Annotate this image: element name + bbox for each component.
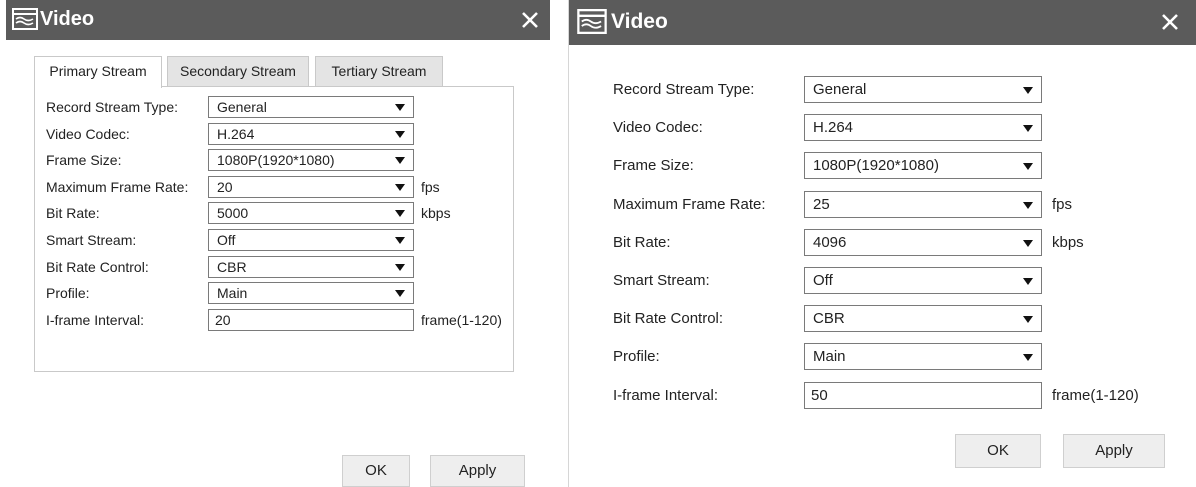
label-record-stream-type: Record Stream Type: — [46, 99, 179, 115]
label-smart-stream: Smart Stream: — [613, 272, 710, 289]
label-record-stream-type: Record Stream Type: — [613, 81, 755, 98]
profile-value: Main — [813, 348, 846, 366]
smart-stream-select[interactable]: Off — [804, 267, 1042, 294]
video-dialog-right: Video Record Stream Type: General Video Co… — [568, 0, 1196, 487]
video-codec-value: H.264 — [217, 125, 255, 142]
maximum-frame-rate-value: 20 — [217, 178, 233, 195]
label-frame-size: Frame Size: — [613, 157, 694, 175]
tab-tertiary-stream[interactable]: Tertiary Stream — [315, 56, 443, 87]
bit-rate-control-value: CBR — [217, 258, 247, 275]
video-dialog-left: Video Primary Stream Secondary Stream Te… — [6, 0, 550, 487]
label-i-frame-interval: I-frame Interval: — [613, 386, 719, 404]
bit-rate-value: 4096 — [813, 233, 847, 251]
dropdown-arrow-icon — [1023, 201, 1033, 209]
label-bit-rate: Bit Rate: — [613, 233, 671, 251]
apply-button[interactable]: Apply — [1063, 434, 1165, 468]
maximum-frame-rate-unit: fps — [421, 178, 440, 195]
dropdown-arrow-icon — [1023, 125, 1033, 133]
video-codec-value: H.264 — [813, 119, 854, 137]
frame-size-select[interactable]: 1080P(1920*1080) — [804, 152, 1042, 180]
video-codec-select[interactable]: H.264 — [208, 122, 414, 145]
label-maximum-frame-rate: Maximum Frame Rate: — [613, 195, 766, 213]
profile-select[interactable]: Main — [208, 282, 414, 305]
close-icon[interactable] — [516, 6, 544, 34]
ok-button[interactable]: OK — [342, 455, 410, 487]
ok-button[interactable]: OK — [955, 434, 1041, 468]
record-stream-type-value: General — [217, 99, 267, 115]
profile-select[interactable]: Main — [804, 343, 1042, 371]
label-profile: Profile: — [613, 348, 660, 366]
dropdown-arrow-icon — [395, 130, 405, 138]
dropdown-arrow-icon — [1023, 87, 1033, 94]
maximum-frame-rate-select[interactable]: 25 — [804, 190, 1042, 218]
label-smart-stream: Smart Stream: — [46, 232, 137, 248]
dropdown-arrow-icon — [395, 104, 405, 111]
label-video-codec: Video Codec: — [613, 119, 703, 137]
dropdown-arrow-icon — [1023, 316, 1033, 324]
label-i-frame-interval: I-frame Interval: — [46, 311, 145, 328]
dropdown-arrow-icon — [395, 290, 405, 298]
dialog-title: Video — [611, 10, 668, 33]
dropdown-arrow-icon — [395, 237, 405, 244]
dropdown-arrow-icon — [1023, 354, 1033, 362]
smart-stream-value: Off — [813, 272, 833, 289]
record-stream-type-value: General — [813, 81, 867, 98]
video-window-icon — [12, 8, 38, 35]
bit-rate-unit: kbps — [1052, 233, 1084, 251]
bit-rate-select[interactable]: 4096 — [804, 228, 1042, 256]
dropdown-arrow-icon — [395, 210, 405, 218]
i-frame-interval-input[interactable]: 20 — [208, 308, 414, 331]
label-video-codec: Video Codec: — [46, 125, 130, 142]
apply-button[interactable]: Apply — [430, 455, 525, 487]
i-frame-interval-value: 50 — [811, 386, 828, 404]
frame-size-select[interactable]: 1080P(1920*1080) — [208, 149, 414, 172]
smart-stream-select[interactable]: Off — [208, 229, 414, 251]
bit-rate-control-value: CBR — [813, 310, 845, 328]
maximum-frame-rate-unit: fps — [1052, 195, 1073, 213]
tab-secondary-stream[interactable]: Secondary Stream — [167, 56, 309, 87]
label-bit-rate-control: Bit Rate Control: — [613, 310, 724, 328]
dropdown-arrow-icon — [395, 183, 405, 191]
bit-rate-select[interactable]: 5000 — [208, 202, 414, 225]
bit-rate-unit: kbps — [421, 205, 451, 222]
video-window-icon — [577, 8, 607, 39]
dropdown-arrow-icon — [1023, 278, 1033, 285]
i-frame-interval-unit: frame(1-120) — [421, 311, 502, 328]
label-frame-size: Frame Size: — [46, 152, 122, 169]
maximum-frame-rate-select[interactable]: 20 — [208, 175, 414, 198]
i-frame-interval-value: 20 — [215, 311, 231, 328]
title-bar: Video — [569, 0, 1196, 45]
record-stream-type-select[interactable]: General — [804, 76, 1042, 103]
i-frame-interval-unit: frame(1-120) — [1052, 386, 1139, 404]
label-profile: Profile: — [46, 285, 90, 302]
bit-rate-control-select[interactable]: CBR — [208, 255, 414, 278]
label-maximum-frame-rate: Maximum Frame Rate: — [46, 178, 189, 195]
bit-rate-control-select[interactable]: CBR — [804, 305, 1042, 333]
smart-stream-value: Off — [217, 232, 236, 248]
bit-rate-value: 5000 — [217, 205, 249, 222]
maximum-frame-rate-value: 25 — [813, 195, 830, 213]
dropdown-arrow-icon — [395, 157, 405, 165]
dialog-title: Video — [40, 8, 95, 30]
label-bit-rate: Bit Rate: — [46, 205, 100, 222]
dropdown-arrow-icon — [1023, 239, 1033, 247]
title-bar: Video — [6, 0, 550, 40]
video-codec-select[interactable]: H.264 — [804, 114, 1042, 142]
frame-size-value: 1080P(1920*1080) — [813, 157, 939, 175]
close-icon[interactable] — [1156, 8, 1184, 36]
frame-size-value: 1080P(1920*1080) — [217, 152, 335, 169]
tab-primary-stream[interactable]: Primary Stream — [34, 56, 162, 88]
i-frame-interval-input[interactable]: 50 — [804, 381, 1042, 409]
dropdown-arrow-icon — [395, 263, 405, 271]
dropdown-arrow-icon — [1023, 163, 1033, 171]
record-stream-type-select[interactable]: General — [208, 96, 414, 118]
label-bit-rate-control: Bit Rate Control: — [46, 258, 149, 275]
profile-value: Main — [217, 285, 248, 302]
